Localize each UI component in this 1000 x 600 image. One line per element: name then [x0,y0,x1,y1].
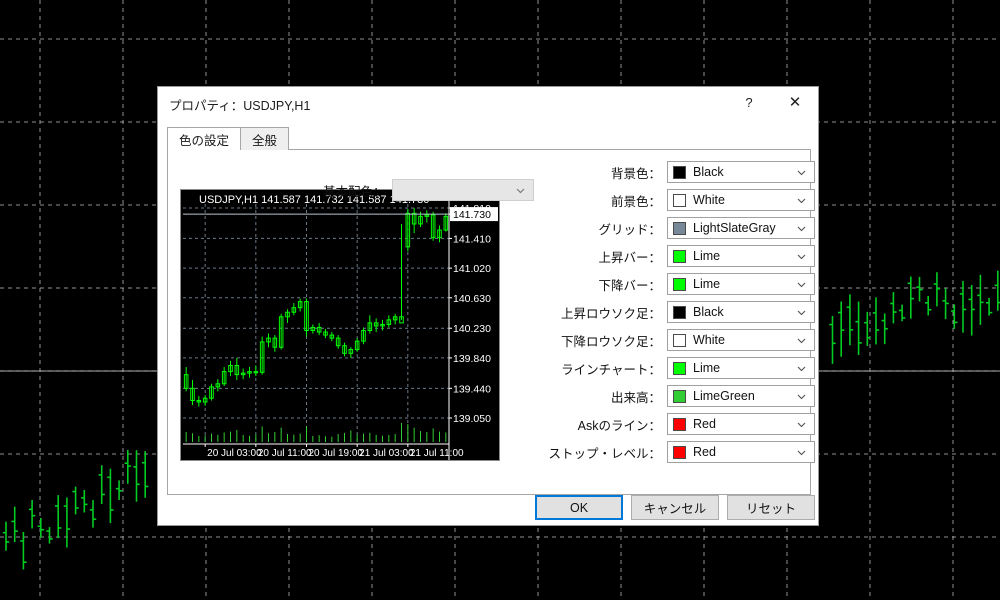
color-row-label: 背景色： [611,163,661,182]
color-row: ラインチャート：Lime [595,354,815,382]
color-value-label: Red [693,445,716,459]
svg-text:139.440: 139.440 [453,383,491,395]
color-row-label: ラインチャート： [561,359,661,378]
color-row: 前景色： White [595,186,815,214]
color-swatch-icon [673,334,686,347]
svg-text:140.230: 140.230 [453,323,491,335]
svg-text:20 Jul 11:00: 20 Jul 11:00 [258,448,312,459]
color-value-label: LimeGreen [693,389,755,403]
color-value-label: Lime [693,361,720,375]
color-value-label: Black [693,305,724,319]
color-row: グリッド： LightSlateGray [595,214,815,242]
color-row: 下降バー： Lime [595,270,815,298]
color-row-label: ストップ・レベル： [548,443,661,462]
color-swatch-icon [673,278,686,291]
color-row-label: 前景色： [611,191,661,210]
dialog-titlebar: プロパティ：USDJPY,H1 ? ✕ [158,87,818,118]
tab-general[interactable]: 全般 [240,127,289,150]
color-row-label: Askのライン： [578,415,661,434]
color-row: 出来高： LimeGreen [595,382,815,410]
color-select[interactable]: Black [667,301,815,323]
help-icon[interactable]: ? [726,87,772,117]
chevron-down-icon [796,391,807,402]
color-row: ストップ・レベル：Red [595,438,815,466]
svg-text:139.840: 139.840 [453,353,491,365]
color-select[interactable]: Red [667,413,815,435]
color-value-label: Lime [693,249,720,263]
chevron-down-icon [796,419,807,430]
color-select[interactable]: Lime [667,273,815,295]
color-select[interactable]: Red [667,441,815,463]
tab-strip: 色の設定 全般 [167,127,811,150]
chevron-down-icon [796,447,807,458]
properties-dialog: プロパティ：USDJPY,H1 ? ✕ 色の設定 全般 基本配色： 141.81… [157,86,819,526]
color-select[interactable]: White [667,189,815,211]
color-swatch-icon [673,222,686,235]
color-row-label: 上昇バー： [598,247,661,266]
svg-text:141.020: 141.020 [453,263,491,275]
svg-text:141.730: 141.730 [453,209,491,221]
svg-text:139.050: 139.050 [453,413,491,425]
color-select[interactable]: LightSlateGray [667,217,815,239]
color-row-label: 上昇ロウソク足： [561,303,661,322]
color-row-label: 下降ロウソク足： [561,331,661,350]
svg-text:20 Jul 03:00: 20 Jul 03:00 [207,448,262,459]
chevron-down-icon [796,363,807,374]
reset-button[interactable]: リセット [727,495,815,520]
chevron-down-icon [796,307,807,318]
chevron-down-icon [796,251,807,262]
color-swatch-icon [673,418,686,431]
color-row: 背景色： Black [595,158,815,186]
chevron-down-icon [796,223,807,234]
color-scheme-label: 基本配色： [323,181,386,200]
color-select[interactable]: Black [667,161,815,183]
color-value-label: LightSlateGray [693,221,776,235]
color-row: 上昇バー： Lime [595,242,815,270]
color-value-label: White [693,193,725,207]
chevron-down-icon [796,335,807,346]
color-select[interactable]: Lime [667,357,815,379]
chart-preview: 141.810141.730141.410141.020140.630140.2… [180,189,500,461]
chevron-down-icon [515,185,526,196]
svg-text:140.630: 140.630 [453,293,491,305]
close-icon[interactable]: ✕ [772,87,818,117]
color-row-label: 下降バー： [598,275,661,294]
ok-button[interactable]: OK [535,495,623,520]
color-swatch-icon [673,446,686,459]
color-select[interactable]: White [667,329,815,351]
color-select[interactable]: LimeGreen [667,385,815,407]
tab-colors[interactable]: 色の設定 [167,127,241,150]
chevron-down-icon [796,279,807,290]
color-value-label: Black [693,165,724,179]
cancel-button[interactable]: キャンセル [631,495,719,520]
color-settings-list: 背景色： Black 前景色： White グリッド： LightSlateGray 上昇バ… [595,158,815,466]
chevron-down-icon [796,167,807,178]
color-swatch-icon [673,390,686,403]
svg-text:141.410: 141.410 [453,233,491,245]
color-swatch-icon [673,306,686,319]
svg-text:21 Jul 11:00: 21 Jul 11:00 [410,448,464,459]
dialog-title: プロパティ：USDJPY,H1 [169,95,310,114]
svg-text:20 Jul 19:00: 20 Jul 19:00 [309,448,364,459]
dialog-footer: OK キャンセル リセット [158,495,818,525]
chevron-down-icon [796,195,807,206]
color-scheme-row: 基本配色： [323,179,534,201]
svg-text:21 Jul 03:00: 21 Jul 03:00 [359,448,414,459]
color-row-label: グリッド： [598,219,661,238]
color-select[interactable]: Lime [667,245,815,267]
color-value-label: Red [693,417,716,431]
chart-preview-svg: 141.810141.730141.410141.020140.630140.2… [181,190,499,460]
color-swatch-icon [673,194,686,207]
color-scheme-select[interactable] [392,179,534,201]
color-row: 上昇ロウソク足：Black [595,298,815,326]
color-swatch-icon [673,362,686,375]
color-row-label: 出来高： [611,387,661,406]
color-value-label: Lime [693,277,720,291]
color-row: 下降ロウソク足：White [595,326,815,354]
color-swatch-icon [673,250,686,263]
color-value-label: White [693,333,725,347]
color-swatch-icon [673,166,686,179]
color-row: Askのライン：Red [595,410,815,438]
